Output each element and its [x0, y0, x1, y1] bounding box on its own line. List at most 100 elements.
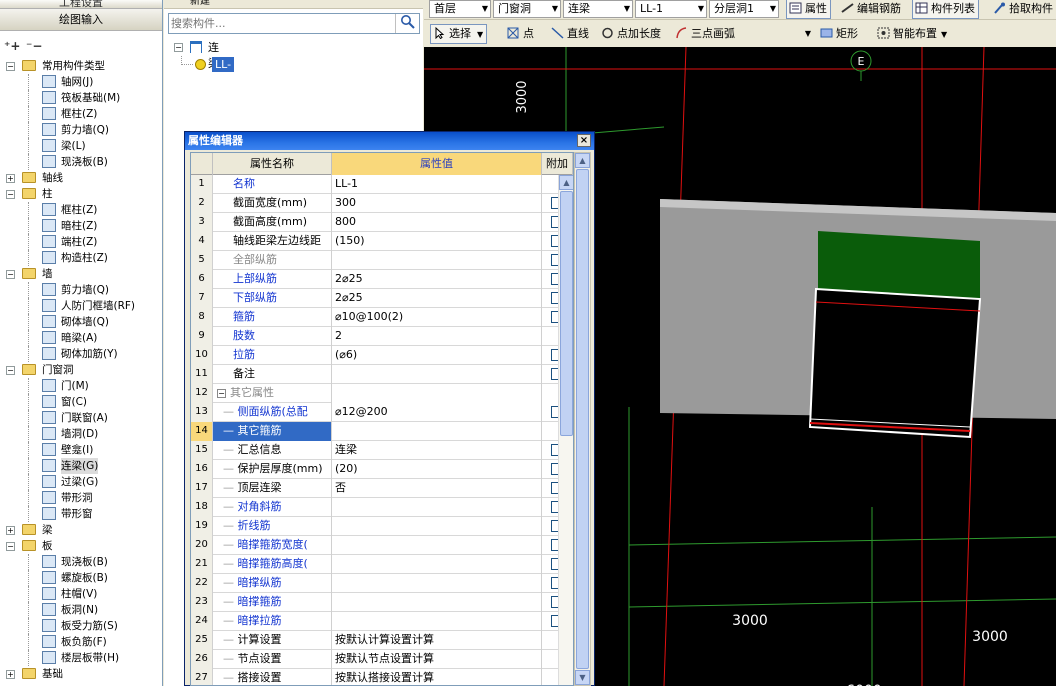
- property-row[interactable]: 20— 暗撑箍筋宽度(: [191, 536, 573, 555]
- property-value[interactable]: 2⌀25: [332, 289, 542, 308]
- tree-item[interactable]: 剪力墙(Q): [0, 282, 162, 298]
- property-value[interactable]: 按默认搭接设置计算: [332, 669, 542, 685]
- property-row[interactable]: 24— 暗撑拉筋: [191, 612, 573, 631]
- property-row[interactable]: 14— 其它箍筋: [191, 422, 573, 441]
- property-row[interactable]: 27— 搭接设置 按默认搭接设置计算: [191, 669, 573, 685]
- collapse-toggle-icon[interactable]: −: [6, 62, 15, 71]
- tree-folder[interactable]: − 柱: [0, 186, 162, 202]
- line-button[interactable]: 直线: [548, 24, 593, 44]
- pick-component-button[interactable]: 拾取构件: [990, 0, 1056, 19]
- tree-item[interactable]: 框柱(Z): [0, 106, 162, 122]
- tree-item[interactable]: 板受力筋(S): [0, 618, 162, 634]
- property-value[interactable]: ⌀12@200: [332, 403, 542, 422]
- new-component-button[interactable]: 新建: [190, 0, 210, 7]
- type-select[interactable]: 连梁 ▼: [563, 0, 633, 18]
- tree-item[interactable]: 构造柱(Z): [0, 250, 162, 266]
- search-button[interactable]: [395, 14, 419, 33]
- tree-item[interactable]: 轴网(J): [0, 74, 162, 90]
- tree-item[interactable]: 窗(C): [0, 394, 162, 410]
- tree-item[interactable]: 门联窗(A): [0, 410, 162, 426]
- tree-item[interactable]: 过梁(G): [0, 474, 162, 490]
- property-value[interactable]: 按默认节点设置计算: [332, 650, 542, 669]
- search-input[interactable]: [169, 14, 393, 33]
- tree-item[interactable]: 框柱(Z): [0, 202, 162, 218]
- property-row[interactable]: 16— 保护层厚度(mm) (20): [191, 460, 573, 479]
- property-row[interactable]: 12− 其它属性: [191, 384, 573, 403]
- arc-options-dropdown[interactable]: ▼: [746, 24, 816, 44]
- property-row[interactable]: 26— 节点设置 按默认节点设置计算: [191, 650, 573, 669]
- property-value[interactable]: 300: [332, 194, 542, 213]
- tree-item[interactable]: 端柱(Z): [0, 234, 162, 250]
- scroll-down-arrow-icon[interactable]: ▼: [575, 670, 590, 685]
- tree-item[interactable]: 板洞(N): [0, 602, 162, 618]
- property-row[interactable]: 13— 侧面纵筋(总配 ⌀12@200: [191, 403, 573, 422]
- property-value[interactable]: 2⌀25: [332, 270, 542, 289]
- property-value[interactable]: [332, 555, 542, 574]
- property-row[interactable]: 3 截面高度(mm) 800: [191, 213, 573, 232]
- property-row[interactable]: 21— 暗撑箍筋高度(: [191, 555, 573, 574]
- tree-item[interactable]: 带形窗: [0, 506, 162, 522]
- tree-folder[interactable]: − 墙: [0, 266, 162, 282]
- wall-opening[interactable]: [808, 287, 982, 439]
- property-value[interactable]: LL-1: [332, 175, 542, 194]
- rectangle-button[interactable]: 矩形: [817, 24, 862, 44]
- project-settings-button[interactable]: 工程设置: [0, 0, 162, 9]
- property-value[interactable]: [332, 422, 542, 441]
- expand-toggle-icon[interactable]: +: [6, 670, 15, 679]
- component-name-select[interactable]: LL-1 ▼: [635, 0, 707, 18]
- tree-folder[interactable]: + 基础: [0, 666, 162, 682]
- property-row[interactable]: 8 箍筋 ⌀10@100(2): [191, 308, 573, 327]
- tree-item[interactable]: 梁(L): [0, 138, 162, 154]
- collapse-group-icon[interactable]: −: [217, 389, 226, 398]
- property-value[interactable]: [332, 517, 542, 536]
- layer-select[interactable]: 分层洞1 ▼: [709, 0, 779, 18]
- tree-folder[interactable]: + 梁: [0, 522, 162, 538]
- select-button[interactable]: 选择 ▼: [430, 24, 488, 44]
- collapse-all-icon[interactable]: ⁻−: [26, 39, 42, 53]
- property-row[interactable]: 17— 顶层连梁否: [191, 479, 573, 498]
- collapse-toggle-icon[interactable]: −: [6, 190, 15, 199]
- property-row[interactable]: 11 备注: [191, 365, 573, 384]
- three-point-arc-button[interactable]: 三点画弧: [672, 24, 739, 44]
- scroll-up-arrow-icon[interactable]: ▲: [575, 153, 590, 168]
- property-row[interactable]: 25— 计算设置 按默认计算设置计算: [191, 631, 573, 650]
- property-row[interactable]: 19— 折线筋: [191, 517, 573, 536]
- tree-item[interactable]: 砌体墙(Q): [0, 314, 162, 330]
- tree-item[interactable]: 暗柱(Z): [0, 218, 162, 234]
- scroll-thumb[interactable]: [576, 169, 589, 669]
- smart-layout-button[interactable]: 智能布置 ▼: [874, 24, 951, 44]
- tree-item[interactable]: 板负筋(F): [0, 634, 162, 650]
- property-value[interactable]: 否: [332, 479, 542, 498]
- property-row[interactable]: 9 肢数 2: [191, 327, 573, 346]
- property-value[interactable]: 连梁: [332, 441, 542, 460]
- collapse-toggle-icon[interactable]: −: [6, 270, 15, 279]
- property-row[interactable]: 1 名称 LL-1: [191, 175, 573, 194]
- property-value[interactable]: [332, 593, 542, 612]
- property-row[interactable]: 6 上部纵筋 2⌀25: [191, 270, 573, 289]
- property-value[interactable]: (⌀6): [332, 346, 542, 365]
- collapse-toggle-icon[interactable]: −: [6, 366, 15, 375]
- tree-folder[interactable]: + 轴线: [0, 170, 162, 186]
- property-value[interactable]: [332, 498, 542, 517]
- tree-item[interactable]: 筏板基础(M): [0, 90, 162, 106]
- property-value[interactable]: 按默认计算设置计算: [332, 631, 542, 650]
- property-value[interactable]: ⌀10@100(2): [332, 308, 542, 327]
- property-row[interactable]: 4 轴线距梁左边线距 (150): [191, 232, 573, 251]
- property-row[interactable]: 18— 对角斜筋: [191, 498, 573, 517]
- tree-item[interactable]: 墙洞(D): [0, 426, 162, 442]
- coupling-beam[interactable]: [818, 231, 980, 299]
- property-button[interactable]: 属性: [786, 0, 831, 19]
- tree-item[interactable]: 人防门框墙(RF): [0, 298, 162, 314]
- scroll-thumb[interactable]: [560, 191, 573, 436]
- tree-item[interactable]: 柱帽(V): [0, 586, 162, 602]
- grid-scrollbar[interactable]: ▲: [558, 175, 573, 685]
- property-row[interactable]: 22— 暗撑纵筋: [191, 574, 573, 593]
- edit-rebar-button[interactable]: 编辑钢筋: [838, 0, 905, 19]
- property-value[interactable]: 800: [332, 213, 542, 232]
- point-length-button[interactable]: 点加长度: [598, 24, 665, 44]
- tree-item[interactable]: 现浇板(B): [0, 554, 162, 570]
- close-button[interactable]: ×: [577, 134, 591, 147]
- tree-item[interactable]: 现浇板(B): [0, 154, 162, 170]
- property-value[interactable]: [332, 612, 542, 631]
- tree-item[interactable]: 壁龛(I): [0, 442, 162, 458]
